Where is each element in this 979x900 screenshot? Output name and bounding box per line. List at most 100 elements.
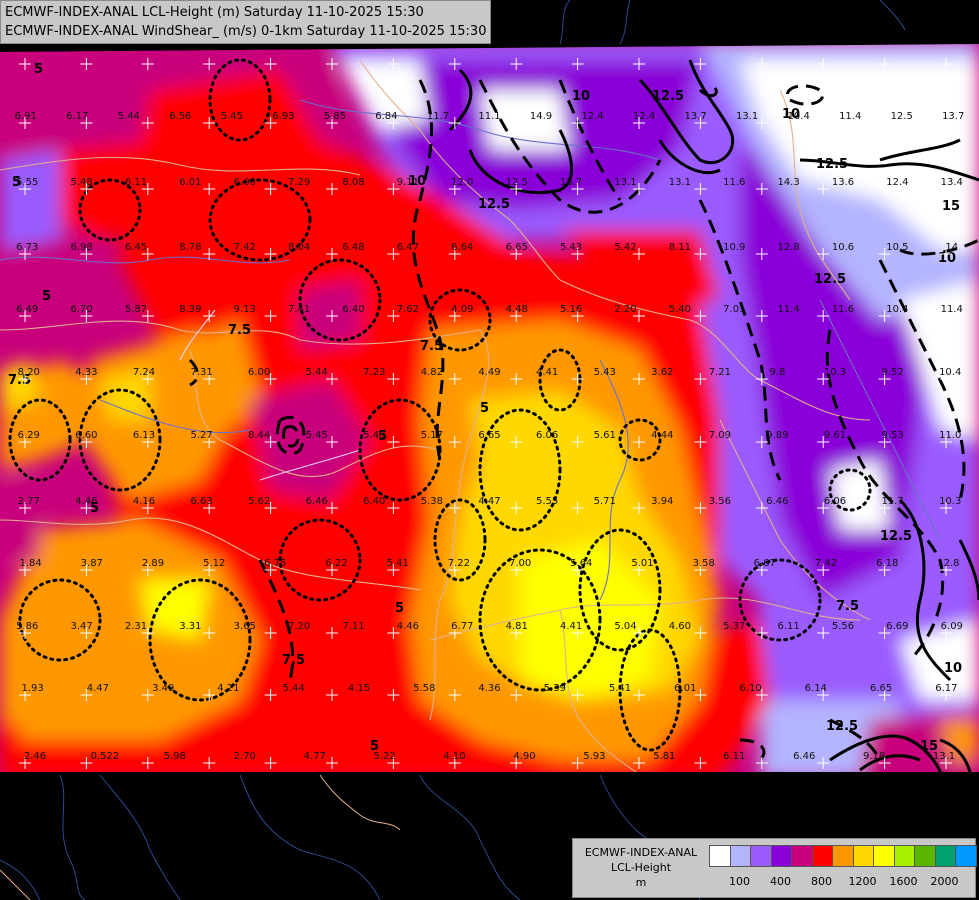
point-value: 5.37 [723, 621, 745, 632]
point-value: 6.77 [451, 621, 473, 632]
point-value: 3.49 [152, 683, 174, 694]
point-value: 5.43 [594, 367, 616, 378]
point-value: 6.46 [766, 496, 788, 507]
point-value: 10.3 [824, 367, 846, 378]
point-value: 8.39 [179, 304, 201, 315]
contour-label: 12.5 [814, 272, 846, 287]
point-value: 13.1 [669, 177, 691, 188]
legend-swatch [811, 845, 834, 867]
point-value: 6.64 [451, 242, 473, 253]
point-value: 5.17 [421, 430, 443, 441]
point-value: 6.11 [777, 621, 799, 632]
point-value: 12.8 [777, 242, 799, 253]
point-value: 10.6 [832, 242, 854, 253]
point-value: 5.41 [609, 683, 631, 694]
point-value: 2.46 [24, 751, 46, 762]
contour-label: 12.5 [880, 529, 912, 544]
point-value: 6.69 [886, 621, 908, 632]
point-value: 9.18 [863, 751, 885, 762]
point-value: 4.21 [217, 683, 239, 694]
point-value: 6.46 [306, 496, 328, 507]
point-value: 4.82 [421, 367, 443, 378]
legend-tick-label: 100 [729, 875, 750, 888]
point-value: 10.4 [886, 304, 908, 315]
point-value: 5.93 [583, 751, 605, 762]
point-value: 5.42 [614, 242, 636, 253]
point-value: 5.61 [594, 430, 616, 441]
point-value: 6.29 [18, 430, 40, 441]
point-value: 12.0 [451, 177, 473, 188]
point-value: 3.62 [651, 367, 673, 378]
point-value: 6.06 [536, 430, 558, 441]
legend-swatch [914, 845, 936, 867]
point-value: 4.10 [443, 751, 465, 762]
point-value: 3.31 [179, 621, 201, 632]
contour-label: 7.5 [282, 653, 305, 668]
point-value: 3.58 [693, 558, 715, 569]
point-value: 4.36 [478, 683, 500, 694]
point-value: 1.84 [19, 558, 41, 569]
point-value: 5.81 [653, 751, 675, 762]
legend-title-variable: LCL-Height [610, 861, 672, 874]
point-value: 6.11 [723, 751, 745, 762]
point-value: 7.11 [342, 621, 364, 632]
point-value: 13.6 [832, 177, 854, 188]
contour-label: 15 [942, 199, 960, 214]
point-value: 4.44 [651, 430, 673, 441]
point-value: 5.12 [203, 558, 225, 569]
point-value: 8.20 [18, 367, 40, 378]
point-value: 10.4 [788, 111, 810, 122]
point-value: 6.98 [70, 242, 92, 253]
point-value: 6.01 [674, 683, 696, 694]
point-value: 6.11 [125, 177, 147, 188]
point-value: 5.58 [413, 683, 435, 694]
point-value: 4.46 [75, 496, 97, 507]
point-value: 11.7 [881, 496, 903, 507]
point-value: 4.41 [560, 621, 582, 632]
point-value: 9.13 [234, 304, 256, 315]
contour-label: 5 [480, 401, 489, 416]
point-value: 10.3 [939, 496, 961, 507]
point-value: 5.41 [387, 558, 409, 569]
point-value: 5.85 [324, 111, 346, 122]
point-value: 12.4 [886, 177, 908, 188]
point-value: 4.60 [669, 621, 691, 632]
contour-label: 7.5 [836, 599, 859, 614]
point-value: 5.86 [16, 621, 38, 632]
point-value: 13.7 [942, 111, 964, 122]
point-value: 6.13 [133, 430, 155, 441]
legend-tick-label: 800 [811, 875, 832, 888]
point-value: 6.56 [169, 111, 191, 122]
point-value: 4.49 [478, 367, 500, 378]
point-value: 4.81 [506, 621, 528, 632]
point-value: 11.1 [478, 111, 500, 122]
point-value: 11.4 [941, 304, 963, 315]
point-value: 7.31 [190, 367, 212, 378]
legend-swatch [729, 845, 752, 867]
point-value: 7.00 [509, 558, 531, 569]
point-value: 4.41 [536, 367, 558, 378]
point-value: 6.18 [876, 558, 898, 569]
point-value: 6.10 [739, 683, 761, 694]
point-value: 6.84 [375, 111, 397, 122]
point-value: 14 [945, 242, 958, 253]
contour-label: 5 [395, 601, 404, 616]
point-value: 5.38 [421, 496, 443, 507]
legend-swatch [832, 845, 854, 867]
point-value: 6.01 [179, 177, 201, 188]
contour-label: 12.5 [826, 719, 858, 734]
map-title: ECMWF-INDEX-ANAL LCL-Height (m) Saturday… [0, 0, 492, 44]
point-value: 6.49 [16, 304, 38, 315]
point-value: 6.60 [75, 430, 97, 441]
point-value: 5.56 [832, 621, 854, 632]
point-value: 8.78 [179, 242, 201, 253]
point-value: 8.04 [288, 242, 310, 253]
point-value: 6.47 [397, 242, 419, 253]
point-value: 7.23 [363, 367, 385, 378]
point-value: 5.16 [560, 304, 582, 315]
point-value: 6.91 [15, 111, 37, 122]
point-value: 5.48 [363, 430, 385, 441]
legend-title: ECMWF-INDEX-ANAL LCL-Height m [577, 845, 705, 890]
point-value: 3.65 [234, 621, 256, 632]
point-value: 5.44 [306, 367, 328, 378]
